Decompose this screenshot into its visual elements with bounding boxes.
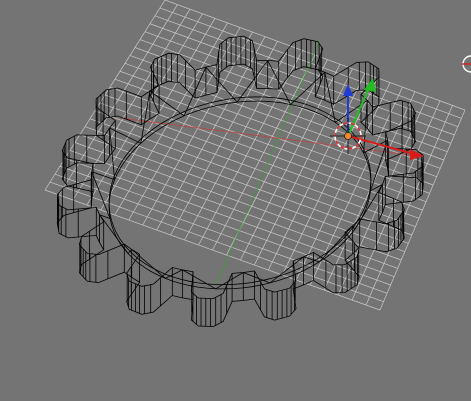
gear-mesh[interactable]	[56, 35, 424, 328]
viewport-canvas[interactable]	[0, 0, 471, 401]
gizmo-z-arrow[interactable]	[343, 84, 353, 96]
offscreen-object-marker	[462, 55, 471, 73]
3d-viewport[interactable]	[0, 0, 471, 401]
pivot-point	[344, 132, 352, 140]
